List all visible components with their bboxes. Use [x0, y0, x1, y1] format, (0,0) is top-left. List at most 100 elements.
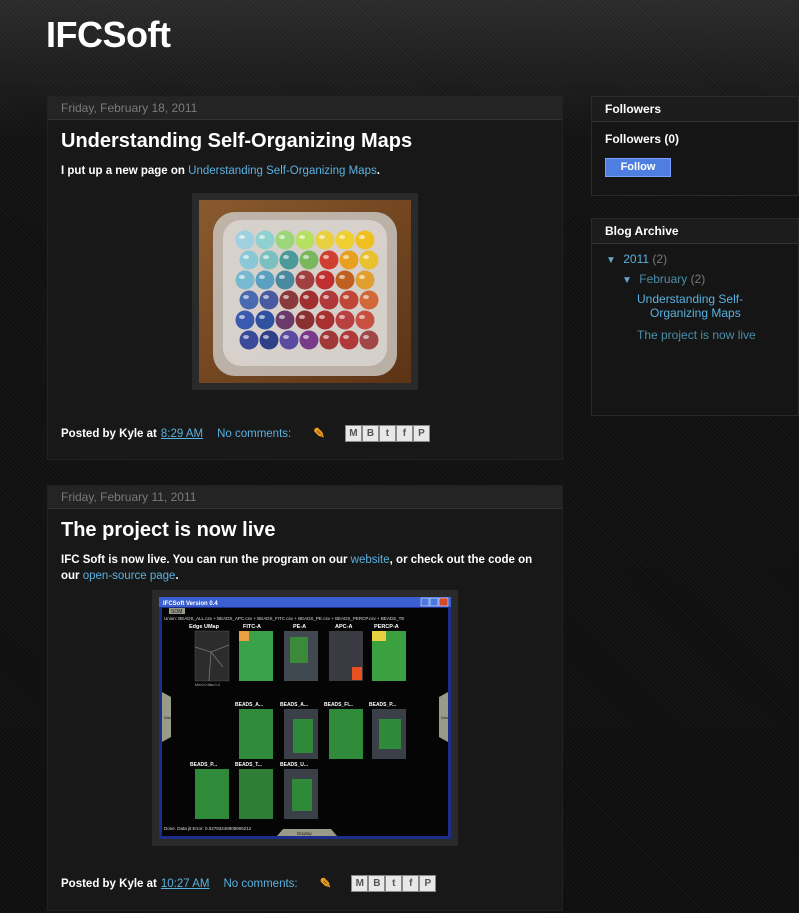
post-body: I put up a new page on Understanding Sel… — [61, 163, 549, 179]
marble-highlight — [359, 235, 365, 239]
marble — [235, 310, 255, 330]
post-body-link[interactable]: Understanding Self-Organizing Maps — [188, 165, 377, 177]
marble — [319, 250, 339, 270]
marble-highlight — [263, 295, 269, 299]
col-label-apc: APC-A — [335, 624, 352, 630]
row3-label-2: BEADS_T... — [235, 762, 263, 768]
blog-archive-title: Blog Archive — [592, 219, 798, 244]
pinterest-icon[interactable]: P — [419, 875, 437, 892]
marble — [239, 330, 259, 350]
comments-link[interactable]: No comments: — [223, 878, 297, 890]
open-source-link[interactable]: open-source page — [83, 570, 176, 582]
union-text: Union: BEADS_ALL.csv + BEADS_APC.csv + B… — [164, 616, 404, 621]
marble — [239, 290, 259, 310]
archive-year-item[interactable]: ▼ 2011 (2) — [606, 252, 798, 272]
blogger-icon[interactable]: B — [368, 875, 386, 892]
marble-highlight — [239, 275, 245, 279]
marble-highlight — [279, 315, 285, 319]
marble-highlight — [339, 235, 345, 239]
marble-highlight — [343, 335, 349, 339]
post-title[interactable]: The project is now live — [61, 519, 562, 542]
post-title[interactable]: Understanding Self-Organizing Maps — [61, 130, 562, 153]
marble — [339, 290, 359, 310]
blogger-icon[interactable]: B — [361, 425, 379, 442]
marble — [339, 250, 359, 270]
archive-post-link[interactable]: The project is now live — [637, 328, 760, 342]
pencil-icon[interactable]: ✎ — [313, 425, 325, 442]
blog-header: IFCSoft — [0, 0, 799, 90]
expand-triangle-icon[interactable]: ▼ — [622, 275, 632, 286]
comments-link[interactable]: No comments: — [217, 428, 291, 440]
email-icon[interactable]: M — [344, 425, 362, 442]
marble — [299, 290, 319, 310]
marble — [255, 270, 275, 290]
marble — [315, 310, 335, 330]
marble — [335, 270, 355, 290]
archive-month-item[interactable]: ▼ February (2) — [606, 272, 798, 292]
marble-highlight — [323, 335, 329, 339]
follow-button[interactable]: Follow — [605, 158, 671, 177]
email-icon[interactable]: M — [351, 875, 369, 892]
marble-highlight — [339, 315, 345, 319]
marble — [335, 230, 355, 250]
col-label-fitc: FITC-A — [243, 624, 261, 630]
marble — [315, 270, 335, 290]
marble-highlight — [239, 315, 245, 319]
marble — [279, 250, 299, 270]
archive-post-link[interactable]: Understanding Self-Organizing Maps — [637, 292, 760, 320]
posted-by-label: Posted by Kyle at — [61, 877, 157, 890]
marble — [259, 330, 279, 350]
marble-highlight — [243, 335, 249, 339]
facebook-icon[interactable]: f — [395, 425, 413, 442]
marble-highlight — [283, 295, 289, 299]
marble — [315, 230, 335, 250]
post-timestamp-link[interactable]: 10:27 AM — [161, 878, 210, 890]
followers-widget: Followers Followers (0) Follow — [591, 96, 799, 196]
marble — [235, 270, 255, 290]
post-date: Friday, February 11, 2011 — [48, 486, 562, 509]
post-body-text: I put up a new page on — [61, 165, 189, 177]
post-image-frame[interactable]: IFCSoft Version 0.4 SOM Union: BEADS_ALL… — [152, 590, 458, 846]
twitter-icon[interactable]: t — [385, 875, 403, 892]
marble — [355, 270, 375, 290]
marble-highlight — [303, 295, 309, 299]
marble — [239, 250, 259, 270]
col-label-percp: PERCP-A — [374, 624, 399, 630]
marble — [355, 230, 375, 250]
side-tab-right: Data — [441, 716, 448, 720]
marble-highlight — [363, 295, 369, 299]
marble — [319, 330, 339, 350]
marble — [259, 250, 279, 270]
marble-highlight — [279, 275, 285, 279]
post-image-frame[interactable] — [192, 193, 418, 390]
marble-highlight — [323, 255, 329, 259]
marble — [275, 270, 295, 290]
marble — [339, 330, 359, 350]
archive-month-link[interactable]: February — [639, 272, 687, 286]
followers-count: Followers (0) — [605, 132, 680, 146]
marble-highlight — [319, 315, 325, 319]
marble — [279, 290, 299, 310]
pinterest-icon[interactable]: P — [412, 425, 430, 442]
post-timestamp-link[interactable]: 8:29 AM — [161, 428, 203, 440]
status-text: Done. Data jit Error: 0.0278324890890621… — [164, 826, 252, 831]
marble-highlight — [319, 275, 325, 279]
pencil-icon[interactable]: ✎ — [320, 875, 332, 892]
marble-highlight — [303, 335, 309, 339]
marble — [319, 290, 339, 310]
archive-year-link[interactable]: 2011 — [623, 252, 649, 266]
marble-highlight — [243, 255, 249, 259]
website-link[interactable]: website — [351, 554, 390, 566]
marble-highlight — [239, 235, 245, 239]
marble-highlight — [263, 335, 269, 339]
post-card: Friday, February 18, 2011 Understanding … — [47, 96, 563, 460]
blog-title[interactable]: IFCSoft — [46, 14, 171, 56]
twitter-icon[interactable]: t — [378, 425, 396, 442]
expand-triangle-icon[interactable]: ▼ — [606, 255, 616, 266]
marble-highlight — [259, 235, 265, 239]
marble — [295, 230, 315, 250]
blog-archive-widget: Blog Archive ▼ 2011 (2) ▼ February (2) U… — [591, 218, 799, 416]
marble-highlight — [303, 255, 309, 259]
facebook-icon[interactable]: f — [402, 875, 420, 892]
row2-label-4: BEADS_P... — [369, 702, 397, 708]
